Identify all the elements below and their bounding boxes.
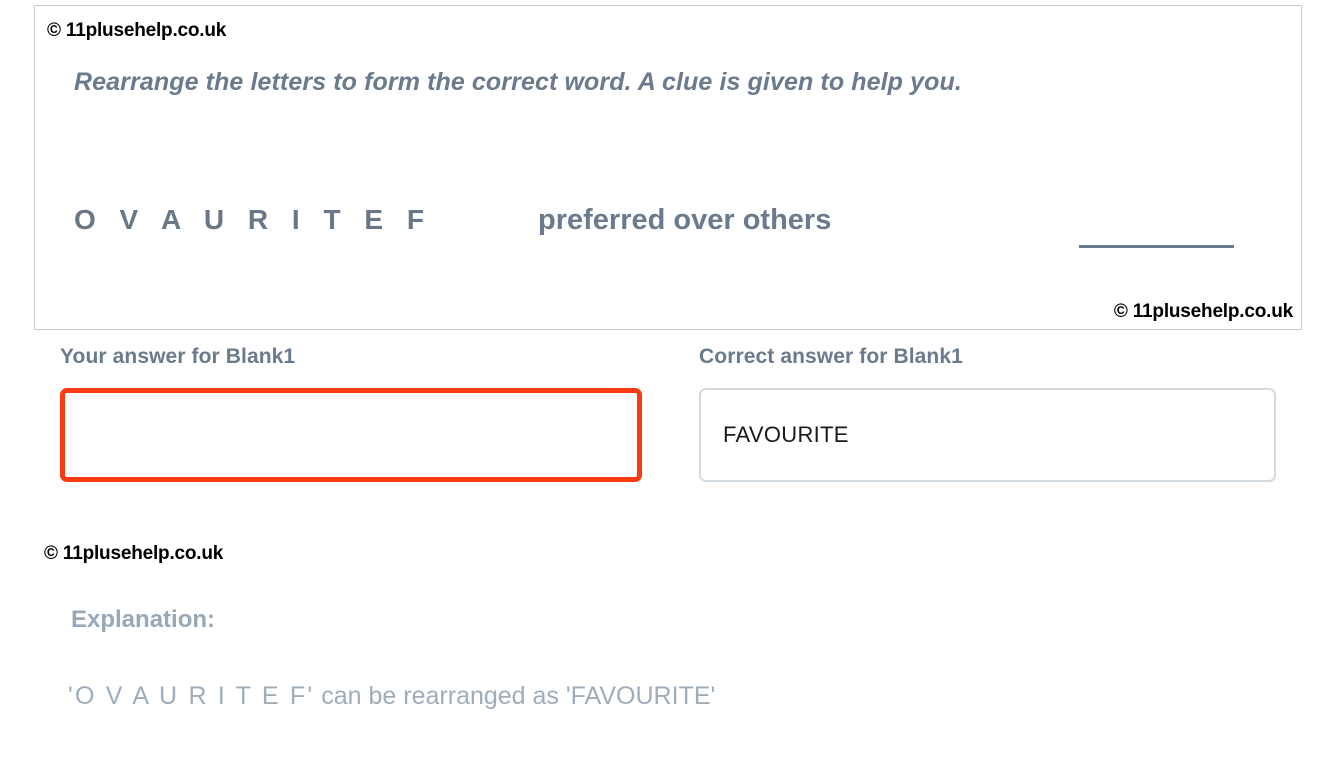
question-card: © 11plusehelp.co.uk Rearrange the letter… <box>34 5 1302 330</box>
card-copyright-bottom: © 11plusehelp.co.uk <box>1113 301 1293 322</box>
correct-answer-label: Correct answer for Blank1 <box>699 345 963 368</box>
explanation-middle: can be rearranged as <box>314 682 566 710</box>
explanation-text: 'O V A U R I T E F' can be rearranged as… <box>68 682 715 711</box>
puzzle-row: O V A U R I T E F preferred over others <box>35 204 1301 264</box>
correct-answer-value: FAVOURITE <box>723 422 849 447</box>
answer-blank-line <box>1079 245 1234 248</box>
explanation-answer: 'FAVOURITE' <box>565 682 716 710</box>
clue-text: preferred over others <box>538 204 832 236</box>
explanation-heading: Explanation: <box>71 606 216 633</box>
user-answer-label: Your answer for Blank1 <box>60 345 296 368</box>
card-copyright-top: © 11plusehelp.co.uk <box>47 20 227 41</box>
user-answer-group: Your answer for Blank1 <box>60 345 642 482</box>
explanation-scrambled: 'O V A U R I T E F' <box>68 682 315 710</box>
explanation-copyright: © 11plusehelp.co.uk <box>44 543 224 564</box>
correct-answer-field: FAVOURITE <box>699 388 1276 482</box>
user-answer-input[interactable] <box>60 388 642 482</box>
scrambled-letters: O V A U R I T E F <box>74 204 432 235</box>
correct-answer-group: Correct answer for Blank1 FAVOURITE <box>699 345 1276 482</box>
question-instruction: Rearrange the letters to form the correc… <box>74 68 962 96</box>
